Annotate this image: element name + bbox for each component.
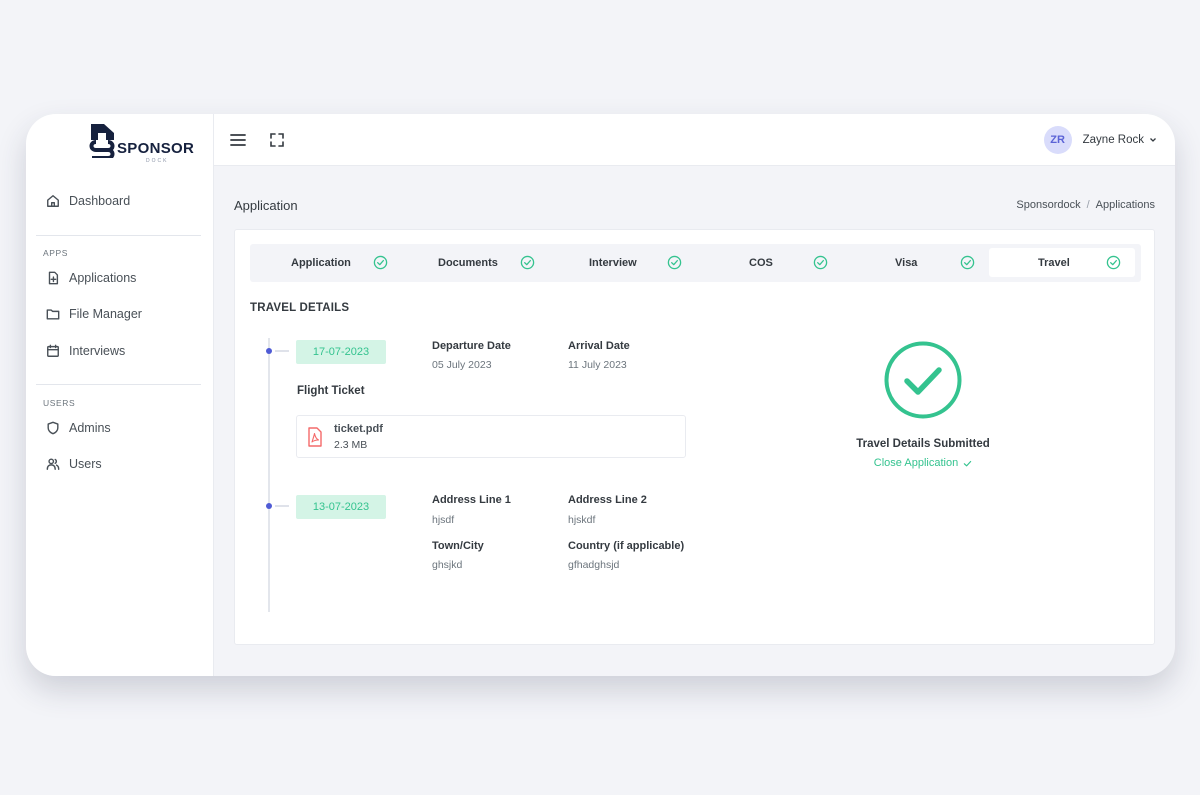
date-badge: 17-07-2023 [296, 340, 386, 364]
file-plus-icon [48, 271, 59, 285]
sidebar-item-dashboard[interactable]: Dashboard [46, 191, 196, 211]
check-circle-icon [373, 255, 388, 270]
sidebar-item-label: Interviews [69, 344, 126, 358]
shield-icon [47, 421, 59, 435]
sidebar-item-label: File Manager [69, 307, 142, 321]
users-icon [46, 458, 60, 470]
step-label: Interview [589, 256, 637, 269]
avatar: ZR [1043, 126, 1072, 154]
country-value: gfhadghsjd [568, 559, 620, 571]
app-window: SPONSOR DOCK Dashboard APPS Applications… [26, 114, 1175, 676]
address-line2-label: Address Line 2 [568, 494, 647, 506]
sidebar-section-users: USERS [43, 398, 76, 408]
close-application-label: Close Application [873, 457, 959, 469]
status-text: Travel Details Submitted [856, 438, 990, 450]
timeline-line [268, 338, 270, 612]
check-circle-icon [667, 255, 682, 270]
departure-date-label: Departure Date [432, 340, 511, 352]
check-circle-icon [1106, 255, 1121, 270]
breadcrumb-separator: / [1086, 199, 1090, 211]
chevron-down-icon [1150, 138, 1156, 142]
sponsordock-logo[interactable]: SPONSOR DOCK [88, 124, 194, 164]
sidebar-item-admins[interactable]: Admins [46, 418, 196, 438]
sidebar-section-apps: APPS [43, 248, 69, 258]
address-line1-value: hjsdf [432, 514, 455, 526]
folder-icon [46, 309, 60, 320]
flight-ticket-file[interactable]: ticket.pdf 2.3 MB [296, 415, 686, 458]
sidebar-item-label: Users [69, 457, 102, 471]
success-check-icon [884, 341, 962, 419]
topbar: ZR Zayne Rock [214, 114, 1175, 166]
step-documents[interactable]: Documents [417, 248, 557, 277]
sidebar-divider [36, 235, 201, 236]
check-circle-icon [960, 255, 975, 270]
step-label: Documents [438, 256, 498, 269]
sidebar-item-label: Admins [69, 421, 111, 435]
close-application-link[interactable]: Close Application [874, 457, 972, 469]
page-title: Application [234, 198, 298, 213]
arrival-date-label: Arrival Date [568, 340, 630, 352]
section-title: TRAVEL DETAILS [250, 302, 350, 314]
step-cos[interactable]: COS [711, 248, 851, 277]
check-circle-icon [520, 255, 535, 270]
fullscreen-icon [270, 133, 284, 147]
step-label: Application [291, 256, 351, 269]
logo-subword: DOCK [146, 158, 169, 164]
step-label: Visa [895, 256, 918, 269]
sidebar-item-file-manager[interactable]: File Manager [46, 304, 196, 324]
check-icon [963, 460, 972, 466]
calendar-icon [47, 344, 59, 357]
sidebar-item-interviews[interactable]: Interviews [46, 341, 196, 361]
breadcrumb-item-home[interactable]: Sponsordock [1016, 199, 1080, 211]
town-city-value: ghsjkd [432, 559, 463, 571]
timeline-connector [275, 350, 289, 352]
fullscreen-button[interactable] [268, 131, 286, 149]
town-city-label: Town/City [432, 540, 484, 552]
sidebar-item-applications[interactable]: Applications [46, 268, 196, 288]
timeline-dot [266, 503, 272, 509]
step-travel[interactable]: Travel [989, 248, 1135, 277]
sidebar-item-users[interactable]: Users [46, 454, 196, 474]
flight-ticket-heading: Flight Ticket [297, 385, 365, 397]
check-circle-icon [813, 255, 828, 270]
application-card: Application Documents Interview COS Visa… [234, 229, 1155, 645]
step-label: Travel [1038, 256, 1070, 269]
arrival-date-value: 11 July 2023 [568, 359, 627, 371]
file-name: ticket.pdf [334, 423, 383, 435]
user-menu[interactable]: ZR Zayne Rock [1043, 126, 1157, 154]
address-line2-value: hjskdf [568, 514, 596, 526]
hamburger-icon [230, 134, 246, 146]
file-size: 2.3 MB [334, 439, 368, 451]
logo-word: SPONSOR [117, 140, 195, 157]
departure-date-value: 05 July 2023 [432, 359, 492, 371]
address-line1-label: Address Line 1 [432, 494, 511, 506]
sidebar-divider [36, 384, 201, 385]
country-label: Country (if applicable) [568, 540, 685, 552]
application-steps: Application Documents Interview COS Visa… [250, 244, 1141, 282]
breadcrumb: Sponsordock / Applications [1016, 199, 1155, 211]
step-interview[interactable]: Interview [564, 248, 704, 277]
menu-toggle-button[interactable] [229, 131, 247, 149]
timeline-connector [275, 505, 289, 507]
logo-mark-icon [89, 124, 115, 158]
submission-status: Travel Details Submitted Close Applicati… [833, 340, 1013, 471]
breadcrumb-item-current: Applications [1095, 199, 1155, 211]
sidebar: SPONSOR DOCK Dashboard APPS Applications… [26, 114, 214, 676]
sidebar-item-label: Applications [69, 271, 137, 285]
sidebar-item-label: Dashboard [69, 194, 131, 208]
user-name: Zayne Rock [1082, 134, 1144, 146]
step-label: COS [749, 256, 773, 269]
timeline-dot [266, 348, 272, 354]
home-icon [47, 195, 59, 207]
date-badge: 13-07-2023 [296, 495, 386, 519]
step-application[interactable]: Application [270, 248, 410, 277]
step-visa[interactable]: Visa [858, 248, 998, 277]
pdf-file-icon [308, 427, 322, 447]
